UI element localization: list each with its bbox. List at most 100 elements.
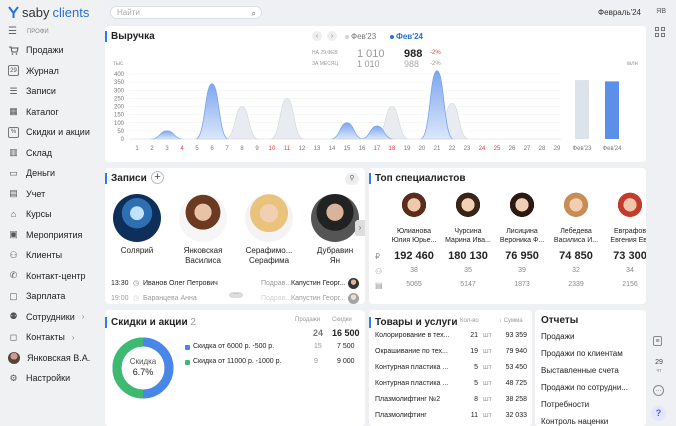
goods-name: Колорирование в тех... xyxy=(375,332,450,339)
period-selector[interactable]: Февраль'24 xyxy=(598,8,641,17)
col-sum[interactable]: ↓ Сумма xyxy=(499,318,523,324)
goods-qty: 8 xyxy=(474,396,478,403)
hamburger-icon[interactable]: ☰ xyxy=(8,26,17,37)
percent-icon: % xyxy=(8,126,19,138)
discounts-title-text: Скидки и акции xyxy=(111,317,188,328)
sidebar-item-6[interactable]: ▭ Деньги xyxy=(8,165,55,181)
sidebar-item-14[interactable]: ◻ Контакты › xyxy=(8,329,75,345)
goods-row[interactable]: Плазмолифтинг 11 шт 32 033 xyxy=(375,412,527,423)
cart-icon xyxy=(8,45,19,56)
specialist-card[interactable]: Чурсина Марина Ива... 180 130 35 5147 xyxy=(441,192,495,289)
goods-sum: 93 359 xyxy=(505,332,527,339)
search-placeholder: Найти xyxy=(117,8,140,17)
record-person[interactable]: Серафимо... Серафима xyxy=(241,194,297,266)
chevron-right-icon: › xyxy=(81,312,85,321)
x-tick-label: 9 xyxy=(255,146,259,152)
grid-icon[interactable] xyxy=(655,27,665,37)
graduation-icon: ⌂ xyxy=(10,209,17,219)
calendar-badge[interactable]: 29 чт xyxy=(652,359,666,375)
report-link[interactable]: Продажи по клиентам xyxy=(541,349,623,358)
specialist-clients: 34 xyxy=(626,267,634,274)
logo-brand: clients xyxy=(52,5,90,20)
goods-row[interactable]: Плазмолифтинг №2 8 шт 38 258 xyxy=(375,396,527,407)
sidebar-item-3[interactable]: ▦ Каталог xyxy=(8,104,58,120)
sidebar-item-15[interactable]: Янковская В.А. xyxy=(8,350,90,366)
sidebar-section[interactable]: ☰ ПРОФИ xyxy=(8,26,49,37)
contact-center-icon: ✆ xyxy=(9,270,18,280)
report-link[interactable]: Продажи по сотрудни... xyxy=(541,383,628,392)
report-link[interactable]: Выставленные счета xyxy=(541,366,619,375)
add-record-button[interactable]: + xyxy=(151,171,164,184)
gear-icon: ⚙ xyxy=(9,372,18,383)
sidebar-item-label: Контакты xyxy=(26,332,65,342)
chat-icon[interactable]: … xyxy=(653,385,664,396)
sidebar-item-1[interactable]: 29 Журнал xyxy=(8,63,59,79)
x-tick-label: 19 xyxy=(404,146,411,152)
specialist-photo xyxy=(560,192,592,224)
sidebar-item-8[interactable]: ⌂ Курсы xyxy=(8,206,52,222)
report-link[interactable]: Продажи xyxy=(541,332,574,341)
scroll-right-button[interactable]: › xyxy=(355,220,365,236)
specialist-card[interactable]: Юлианова Юлия Юрье... 192 460 38 5065 xyxy=(387,192,441,289)
specialist-money: 192 460 xyxy=(394,250,434,262)
top-title: Топ специалистов xyxy=(369,173,466,184)
add-person-icon[interactable]: ⚲ xyxy=(345,173,359,185)
sidebar-item-16[interactable]: ⚙ Настройки xyxy=(8,370,70,386)
x-tick-label: 15 xyxy=(344,146,351,152)
section-label: ПРОФИ xyxy=(26,28,49,35)
sidebar-item-7[interactable]: ▤ Учет xyxy=(8,186,45,202)
x-tick-label: 8 xyxy=(240,146,244,152)
master-avatar xyxy=(348,293,359,304)
user-initials[interactable]: ЯВ xyxy=(656,8,666,15)
sidebar-item-5[interactable]: ▥ Склад xyxy=(8,145,52,161)
discount-label[interactable]: Скидка от 11000 р. -1000 р. xyxy=(193,358,281,365)
notes-icon[interactable]: ≡ xyxy=(653,336,662,346)
more-icon[interactable]: ··· xyxy=(229,291,243,298)
specialist-first-name: Василиса И... xyxy=(553,237,599,244)
goods-row[interactable]: Контурная пластика ... 5 шт 48 725 xyxy=(375,380,527,391)
help-button[interactable]: ? xyxy=(651,406,666,421)
sidebar-item-0[interactable]: Продажи xyxy=(8,42,64,58)
chevron-right-icon: › xyxy=(71,332,75,342)
goods-name: Плазмолифтинг №2 xyxy=(375,396,441,403)
sidebar-item-4[interactable]: % Скидки и акции xyxy=(8,124,90,140)
sidebar-item-9[interactable]: ▣ Мероприятия xyxy=(8,227,82,243)
goods-row[interactable]: Окрашивание по тех... 19 шт 79 940 xyxy=(375,348,527,359)
specialist-last-name: Чурсина xyxy=(454,228,482,235)
record-person[interactable]: Солярий xyxy=(109,194,165,256)
clients-icon: ⚇ xyxy=(9,249,18,260)
col-discounts: Скидки xyxy=(332,317,352,323)
specialist-card[interactable]: Лисицина Вероника Ф... 76 950 39 1873 xyxy=(495,192,549,289)
specialist-first-name: Вероника Ф... xyxy=(499,237,545,244)
specialist-card[interactable]: Лебедева Василиса И... 74 850 32 2339 xyxy=(549,192,603,289)
discounts-panel: Скидки и акции 2 Продажи Скидки 24 16 50… xyxy=(105,310,365,426)
person-name: Солярий xyxy=(120,246,154,255)
sidebar-item-2[interactable]: ☰ Записи xyxy=(8,83,55,99)
sidebar-item-13[interactable]: ⚉ Сотрудники › xyxy=(8,309,84,325)
clock-icon: ◷ xyxy=(133,295,140,302)
sidebar-item-label: Скидки и акции xyxy=(26,127,90,137)
search-input[interactable]: Найти ⌕ xyxy=(110,6,262,19)
record-person[interactable]: Янковская Василиса xyxy=(175,194,231,266)
appointment-row[interactable]: 13:30 ◷ Иванов Олег Петрович Подрав... Капус… xyxy=(111,278,361,291)
money-icon: ₽ xyxy=(375,252,381,261)
goods-row[interactable]: Контурная пластика ... 5 шт 53 450 xyxy=(375,364,527,375)
goods-sum: 79 940 xyxy=(505,348,527,355)
sidebar-item-11[interactable]: ✆ Контакт-центр xyxy=(8,268,86,284)
search-icon[interactable]: ⌕ xyxy=(252,8,256,19)
specialist-card[interactable]: Евграфов Евгения Евг 73 300 34 2156 xyxy=(603,192,646,289)
x-tick-label: 6 xyxy=(210,146,214,152)
discount-label[interactable]: Скидка от 6000 р. -500 р. xyxy=(193,343,274,350)
total-discounts: 16 500 xyxy=(332,328,360,338)
sidebar-item-12[interactable]: ▢ Зарплата xyxy=(8,288,65,304)
app-logo[interactable]: saby clients xyxy=(8,5,89,20)
items-icon: ▤ xyxy=(375,281,383,290)
clients-icon: ⚇ xyxy=(375,267,383,276)
goods-row[interactable]: Колорирование в тех... 21 шт 93 359 xyxy=(375,332,527,343)
report-link[interactable]: Контроль наценки xyxy=(541,417,608,426)
person-photo xyxy=(245,194,293,242)
sidebar-item-10[interactable]: ⚇ Клиенты xyxy=(8,247,62,263)
x-tick-label: 7 xyxy=(225,146,229,152)
goods-name: Контурная пластика ... xyxy=(375,364,449,371)
report-link[interactable]: Потребности xyxy=(541,400,589,409)
